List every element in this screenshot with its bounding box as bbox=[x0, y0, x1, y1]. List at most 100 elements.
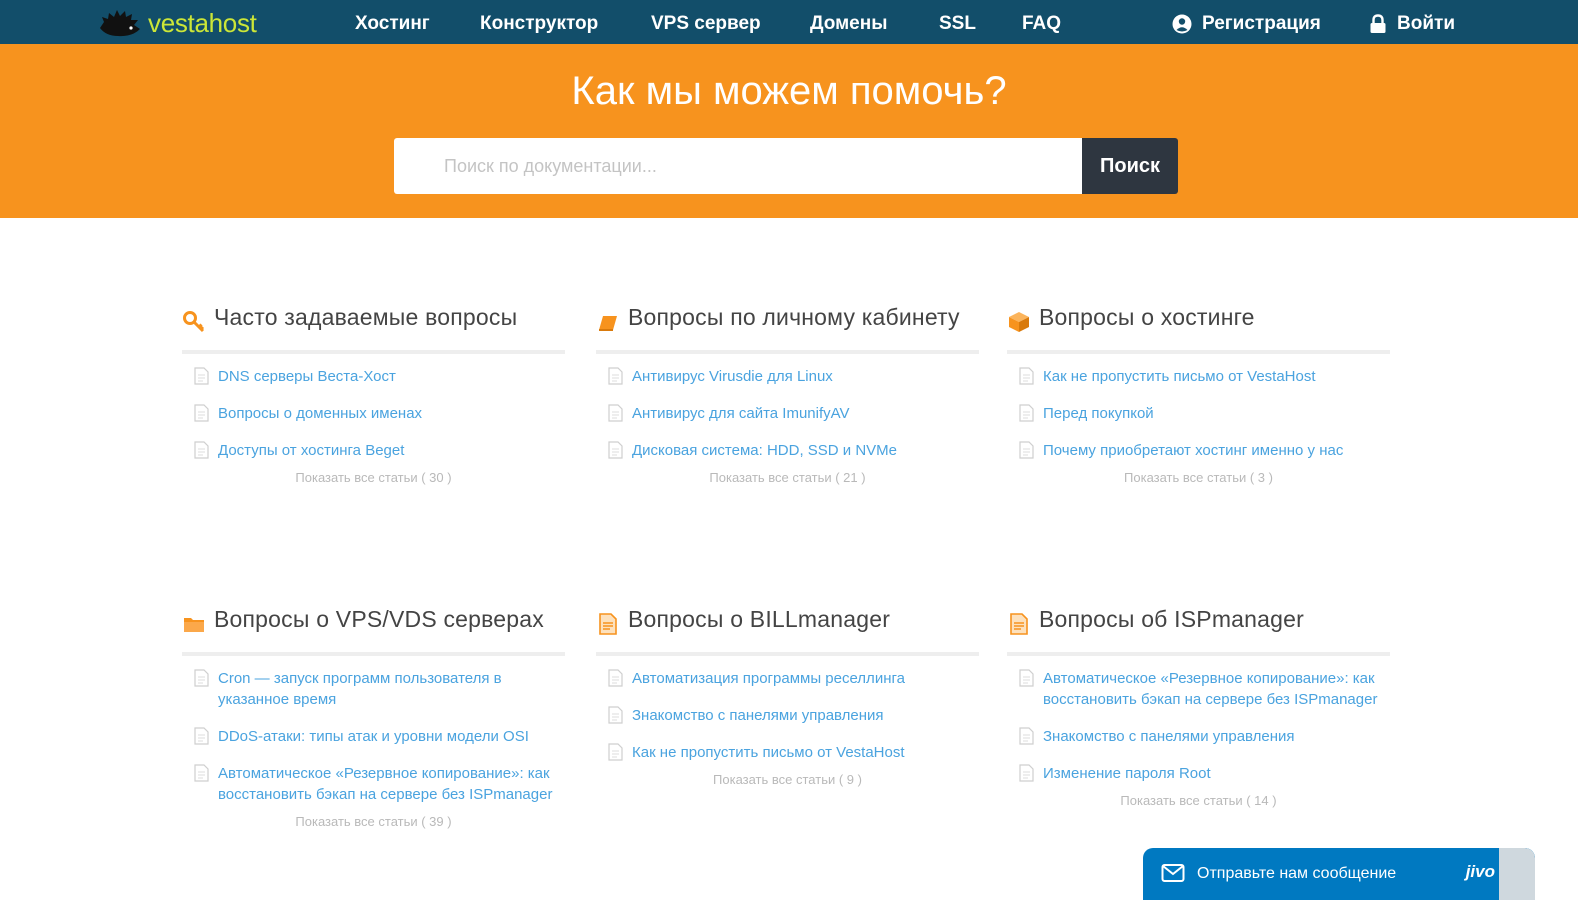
article-item[interactable]: Как не пропустить письмо от VestaHost bbox=[596, 742, 979, 763]
nav-hosting[interactable]: Хостинг bbox=[355, 13, 430, 35]
divider bbox=[596, 350, 979, 354]
article-link[interactable]: Как не пропустить письмо от VestaHost bbox=[632, 742, 905, 763]
article-item[interactable]: Перед покупкой bbox=[1007, 403, 1390, 424]
article-link[interactable]: Автоматическое «Резервное копирование»: … bbox=[218, 763, 565, 805]
article-link[interactable]: Антивирус для сайта ImunifyAV bbox=[632, 403, 850, 424]
article-item[interactable]: Как не пропустить письмо от VestaHost bbox=[1007, 366, 1390, 387]
show-all-link[interactable]: Показать все статьи ( 30 ) bbox=[182, 470, 565, 485]
hero-banner: Как мы можем помочь? Поиск bbox=[0, 44, 1578, 218]
article-item[interactable]: Вопросы о доменных именах bbox=[182, 403, 565, 424]
article-item[interactable]: Доступы от хостинга Beget bbox=[182, 440, 565, 461]
nav-constructor[interactable]: Конструктор bbox=[480, 13, 598, 35]
search-button[interactable]: Поиск bbox=[1082, 138, 1178, 194]
category-title[interactable]: Вопросы о VPS/VDS серверах bbox=[214, 607, 544, 632]
doc-icon bbox=[608, 441, 623, 459]
category-billmanager: Вопросы о BILLmanager Автоматизация прог… bbox=[596, 607, 979, 787]
register-link[interactable]: Регистрация bbox=[1172, 13, 1321, 35]
article-link[interactable]: DNS серверы Веста-Хост bbox=[218, 366, 396, 387]
envelope-icon bbox=[1161, 864, 1185, 882]
divider bbox=[1007, 652, 1390, 656]
category-hosting: Вопросы о хостинге Как не пропустить пис… bbox=[1007, 305, 1390, 485]
divider bbox=[182, 350, 565, 354]
doc-icon bbox=[1019, 669, 1034, 687]
doc-icon bbox=[608, 367, 623, 385]
show-all-link[interactable]: Показать все статьи ( 9 ) bbox=[596, 772, 979, 787]
document-icon bbox=[599, 613, 617, 635]
article-link[interactable]: Перед покупкой bbox=[1043, 403, 1154, 424]
category-account: Вопросы по личному кабинету Антивирус Vi… bbox=[596, 305, 979, 485]
article-item[interactable]: Знакомство с панелями управления bbox=[596, 705, 979, 726]
lock-icon bbox=[1370, 14, 1386, 33]
article-item[interactable]: Антивирус Virusdie для Linux bbox=[596, 366, 979, 387]
logo[interactable]: vestahost bbox=[98, 8, 257, 38]
key-icon bbox=[183, 311, 205, 333]
category-title[interactable]: Вопросы по личному кабинету bbox=[628, 305, 960, 330]
category-title[interactable]: Часто задаваемые вопросы bbox=[214, 305, 517, 330]
article-item[interactable]: Автоматическое «Резервное копирование»: … bbox=[182, 763, 565, 805]
doc-icon bbox=[1019, 727, 1034, 745]
article-item[interactable]: Автоматическое «Резервное копирование»: … bbox=[1007, 668, 1390, 710]
show-all-link[interactable]: Показать все статьи ( 14 ) bbox=[1007, 793, 1390, 808]
article-item[interactable]: Дисковая система: HDD, SSD и NVMe bbox=[596, 440, 979, 461]
article-item[interactable]: DDoS-атаки: типы атак и уровни модели OS… bbox=[182, 726, 565, 747]
doc-icon bbox=[1019, 367, 1034, 385]
article-link[interactable]: Cron — запуск программ пользователя в ук… bbox=[218, 668, 565, 710]
jivo-logo: jivo bbox=[1465, 862, 1495, 881]
show-all-link[interactable]: Показать все статьи ( 39 ) bbox=[182, 814, 565, 829]
chat-widget[interactable]: Отправьте нам сообщение jivo bbox=[1143, 848, 1535, 900]
divider bbox=[1007, 350, 1390, 354]
article-item[interactable]: Изменение пароля Root bbox=[1007, 763, 1390, 784]
article-link[interactable]: Автоматическое «Резервное копирование»: … bbox=[1043, 668, 1390, 710]
article-link[interactable]: Автоматизация программы реселлинга bbox=[632, 668, 905, 689]
article-link[interactable]: DDoS-атаки: типы атак и уровни модели OS… bbox=[218, 726, 529, 747]
doc-icon bbox=[608, 706, 623, 724]
category-title[interactable]: Вопросы об ISPmanager bbox=[1039, 607, 1304, 632]
category-title[interactable]: Вопросы о хостинге bbox=[1039, 305, 1255, 330]
nav-domains[interactable]: Домены bbox=[810, 13, 887, 35]
doc-icon bbox=[608, 743, 623, 761]
nav-ssl[interactable]: SSL bbox=[939, 13, 976, 35]
article-item[interactable]: Знакомство с панелями управления bbox=[1007, 726, 1390, 747]
category-title[interactable]: Вопросы о BILLmanager bbox=[628, 607, 890, 632]
doc-icon bbox=[608, 669, 623, 687]
article-link[interactable]: Как не пропустить письмо от VestaHost bbox=[1043, 366, 1316, 387]
register-label: Регистрация bbox=[1202, 13, 1321, 34]
hero-title: Как мы можем помочь? bbox=[571, 69, 1007, 113]
article-item[interactable]: Автоматизация программы реселлинга bbox=[596, 668, 979, 689]
document-icon bbox=[1010, 613, 1028, 635]
doc-icon bbox=[194, 764, 209, 782]
category-faq: Часто задаваемые вопросы DNS серверы Вес… bbox=[182, 305, 565, 485]
article-link[interactable]: Вопросы о доменных именах bbox=[218, 403, 422, 424]
doc-icon bbox=[194, 367, 209, 385]
article-link[interactable]: Дисковая система: HDD, SSD и NVMe bbox=[632, 440, 897, 461]
doc-icon bbox=[194, 669, 209, 687]
show-all-link[interactable]: Показать все статьи ( 21 ) bbox=[596, 470, 979, 485]
category-ispmanager: Вопросы об ISPmanager Автоматическое «Ре… bbox=[1007, 607, 1390, 808]
login-label: Войти bbox=[1397, 13, 1455, 34]
nav-faq[interactable]: FAQ bbox=[1022, 13, 1061, 35]
article-item[interactable]: Cron — запуск программ пользователя в ук… bbox=[182, 668, 565, 710]
box-icon bbox=[1009, 312, 1029, 332]
doc-icon bbox=[194, 727, 209, 745]
divider bbox=[182, 652, 565, 656]
article-link[interactable]: Изменение пароля Root bbox=[1043, 763, 1211, 784]
book-icon bbox=[599, 316, 617, 331]
doc-icon bbox=[1019, 764, 1034, 782]
doc-icon bbox=[194, 404, 209, 422]
article-item[interactable]: DNS серверы Веста-Хост bbox=[182, 366, 565, 387]
show-all-link[interactable]: Показать все статьи ( 3 ) bbox=[1007, 470, 1390, 485]
article-link[interactable]: Доступы от хостинга Beget bbox=[218, 440, 404, 461]
logo-text: vestahost bbox=[148, 7, 257, 38]
login-link[interactable]: Войти bbox=[1369, 13, 1455, 35]
top-navbar: vestahost Хостинг Конструктор VPS сервер… bbox=[0, 0, 1578, 44]
user-circle-icon bbox=[1172, 14, 1192, 34]
article-item[interactable]: Почему приобретают хостинг именно у нас bbox=[1007, 440, 1390, 461]
article-link[interactable]: Почему приобретают хостинг именно у нас bbox=[1043, 440, 1343, 461]
article-link[interactable]: Знакомство с панелями управления bbox=[1043, 726, 1295, 747]
article-link[interactable]: Знакомство с панелями управления bbox=[632, 705, 884, 726]
divider bbox=[596, 652, 979, 656]
article-link[interactable]: Антивирус Virusdie для Linux bbox=[632, 366, 833, 387]
article-item[interactable]: Антивирус для сайта ImunifyAV bbox=[596, 403, 979, 424]
search-input[interactable] bbox=[394, 138, 1082, 194]
nav-vps[interactable]: VPS сервер bbox=[651, 13, 761, 35]
